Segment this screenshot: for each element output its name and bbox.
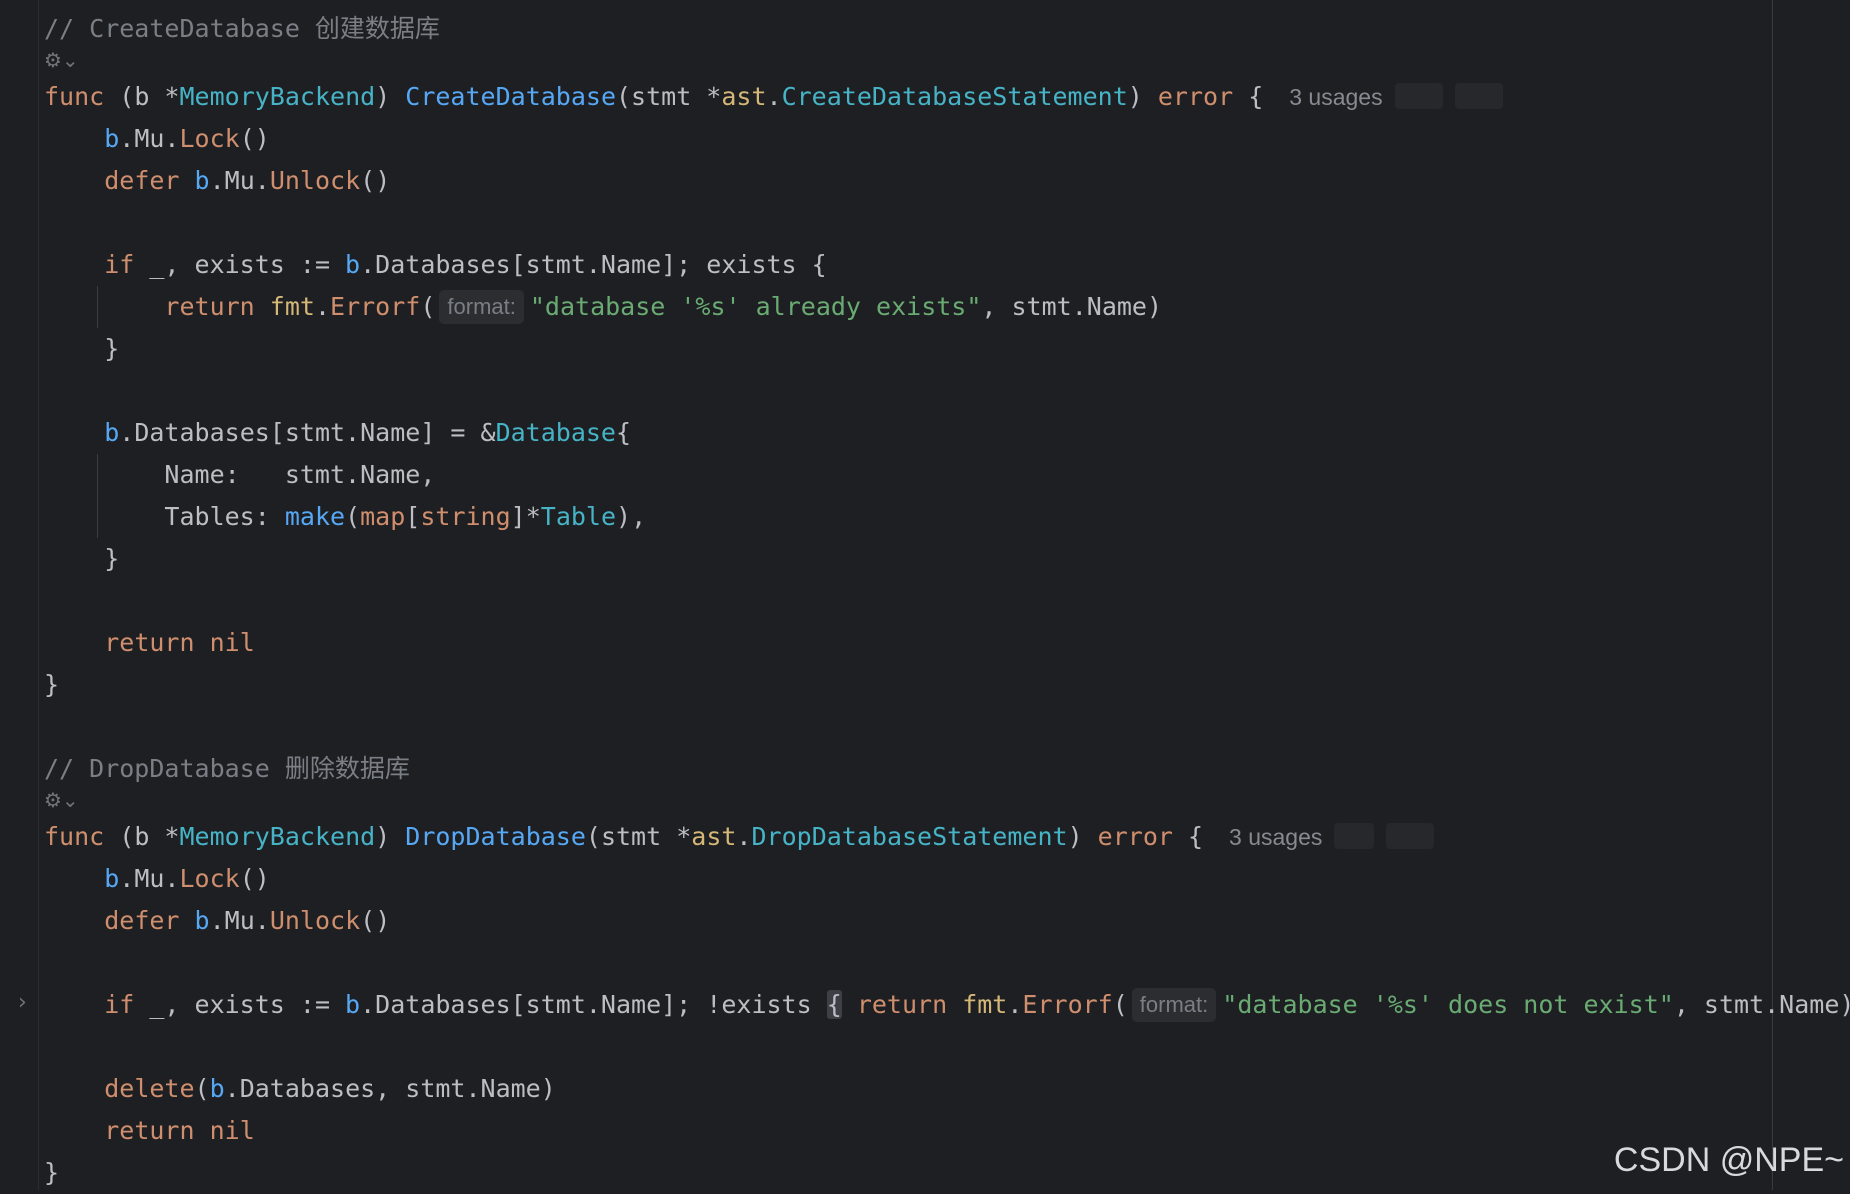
code-line: defer b.Mu.Unlock() bbox=[104, 906, 391, 935]
code-line: b.Mu.Lock() bbox=[104, 124, 270, 153]
func-drop-signature: func (b *MemoryBackend) DropDatabase(stm… bbox=[44, 816, 1435, 858]
inlay-blob bbox=[1394, 83, 1443, 109]
code-line: b.Databases[stmt.Name] = &Database{ bbox=[104, 418, 632, 447]
inlay-blob bbox=[1454, 83, 1503, 109]
usages-link[interactable]: 3 usages bbox=[1229, 824, 1322, 850]
code-line: return nil bbox=[104, 628, 255, 657]
gutter-actions-icon[interactable]: ⚙⌄ bbox=[44, 48, 79, 72]
code-line: } bbox=[44, 334, 120, 363]
code-line: b.Mu.Lock() bbox=[104, 864, 270, 893]
inlay-blob bbox=[1334, 823, 1375, 849]
fold-expand-icon[interactable]: › bbox=[18, 990, 27, 1015]
code-line: delete(b.Databases, stmt.Name) bbox=[104, 1074, 556, 1103]
code-line: Name: stmt.Name, bbox=[164, 460, 436, 489]
code-line: return nil bbox=[104, 1116, 255, 1145]
gutter-actions-icon[interactable]: ⚙⌄ bbox=[44, 788, 79, 812]
param-hint: format: bbox=[439, 290, 524, 324]
func-create-signature: func (b *MemoryBackend) CreateDatabase(s… bbox=[44, 76, 1503, 118]
comment-create: // CreateDatabase 创建数据库 bbox=[44, 14, 440, 43]
watermark: CSDN @NPE~ bbox=[1613, 1141, 1844, 1179]
code-line: } bbox=[44, 544, 120, 573]
code-line: if _, exists := b.Databases[stmt.Name]; … bbox=[104, 250, 827, 279]
param-hint: format: bbox=[1131, 988, 1217, 1022]
gutter-divider bbox=[38, 0, 39, 1190]
code-line: Tables: make(map[string]*Table), bbox=[164, 502, 647, 531]
code-line: return fmt.Errorf(format: "database '%s' … bbox=[44, 286, 1162, 328]
inlay-blob bbox=[1386, 823, 1435, 849]
comment-drop: // DropDatabase 删除数据库 bbox=[44, 754, 410, 783]
code-line: } bbox=[44, 1158, 60, 1187]
code-editor[interactable]: ⚙⌄ ⚙⌄ › // CreateDatabase 创建数据库 func (b … bbox=[0, 0, 1850, 1190]
code-line: } bbox=[44, 670, 60, 699]
usages-link[interactable]: 3 usages bbox=[1289, 84, 1382, 110]
code-line-folded[interactable]: if _, exists := b.Databases[stmt.Name]; … bbox=[44, 984, 1850, 1026]
code-line: defer b.Mu.Unlock() bbox=[104, 166, 391, 195]
